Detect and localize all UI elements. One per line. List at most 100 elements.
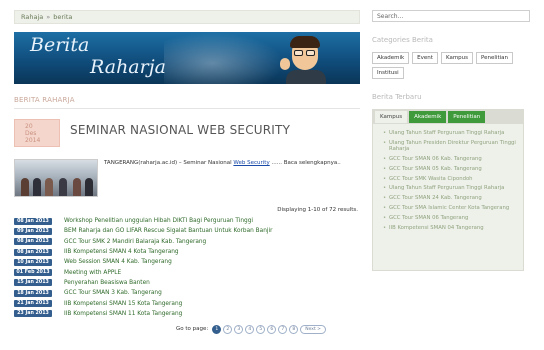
news-row: 10 Jan 2013 Web Session SMAN 4 Kab. Tange… — [14, 257, 360, 267]
search-input[interactable]: Search... — [372, 10, 530, 22]
article-date-month: Des — [25, 130, 37, 137]
categories-title: Categories Berita — [372, 36, 433, 44]
article-title[interactable]: SEMINAR NASIONAL WEB SECURITY — [70, 123, 290, 137]
breadcrumb: Rahaja » berita — [14, 10, 360, 24]
news-list: 08 Jan 2013 Workshop Penelitian unggulan … — [14, 216, 360, 319]
pagination: Go to page: 1 2 3 4 5 6 7 8 Next > — [14, 324, 360, 334]
article-thumbnail[interactable] — [14, 159, 98, 197]
tab-akademik[interactable]: Akademik — [409, 111, 447, 123]
article-date-box: 20 Des 2014 — [14, 119, 60, 147]
news-date-badge: 15 Jan 2013 — [14, 279, 52, 287]
news-row: 08 Jan 2013 IIB Kompetensi SMAN 4 Kota Ta… — [14, 247, 360, 257]
news-date-badge: 08 Jan 2013 — [14, 217, 52, 225]
category-button-akademik[interactable]: Akademik — [372, 52, 410, 64]
news-row: 23 Jan 2013 IIB Kompetensi SMAN 11 Kota T… — [14, 309, 360, 319]
news-row: 01 Feb 2013 Meeting with APPLE — [14, 267, 360, 277]
latest-news-title: Ulang Tahun Presiden Direktur Perguruan … — [389, 139, 516, 153]
latest-news-title: GCC Tour SMAN 24 Kab. Tangerang — [389, 195, 482, 202]
page-button-3[interactable]: 3 — [234, 324, 244, 334]
latest-news-title: Berita Terbaru — [372, 93, 422, 101]
news-date-badge: 01 Feb 2013 — [14, 269, 52, 277]
featured-article: 20 Des 2014 SEMINAR NASIONAL WEB SECURIT… — [14, 119, 360, 147]
latest-news-item[interactable]: • GCC Tour SMAN 05 Kab. Tangerang — [383, 166, 519, 173]
latest-news-title: GCC Tour SMAN 06 Kab. Tangerang — [389, 156, 482, 163]
latest-news-item[interactable]: • Ulang Tahun Presiden Direktur Perguruan… — [383, 140, 519, 153]
news-title-link[interactable]: IIB Kompetensi SMAN 15 Kota Tangerang — [64, 301, 182, 307]
news-title-link[interactable]: GCC Tour SMK 2 Mandiri Balaraja Kab. Tan… — [64, 239, 206, 245]
latest-news-title: GCC Tour SMK Wasita Cipondoh — [389, 175, 473, 182]
banner-title-line2: Raharja — [90, 56, 166, 78]
article-excerpt: TANGERANG(raharja.ac.id) – Seminar Nasio… — [14, 159, 360, 197]
results-count: Displaying 1-10 of 72 results. — [277, 207, 358, 213]
news-title-link[interactable]: Workshop Penelitian unggulan Hibah DIKTI… — [64, 218, 253, 224]
latest-news-item[interactable]: • GCC Tour SMAN 06 Kab. Tangerang — [383, 156, 519, 163]
section-title: BERITA RAHARJA — [14, 96, 75, 104]
latest-news-item[interactable]: • GCC Tour SMK Wasita Cipondoh — [383, 176, 519, 183]
article-date-day: 20 — [25, 123, 33, 130]
latest-news-title: GCC Tour SMAN 06 Tangerang — [389, 214, 469, 221]
news-title-link[interactable]: IIB Kompetensi SMAN 4 Kota Tangerang — [64, 249, 179, 255]
latest-news-item[interactable]: • GCC Tour SMAN 06 Tangerang — [383, 215, 519, 222]
news-row: 09 Jan 2013 BEM Raharja dan GO LIFAR Resc… — [14, 226, 360, 236]
banner-image: Berita Raharja — [14, 32, 360, 84]
page-button-2[interactable]: 2 — [223, 324, 233, 334]
news-date-badge: 09 Jan 2013 — [14, 227, 52, 235]
page-button-7[interactable]: 7 — [278, 324, 288, 334]
latest-news-title: IIB Kompetensi SMAN 04 Tangerang — [389, 224, 484, 231]
mascot-illustration — [280, 36, 330, 84]
article-date-year: 2014 — [25, 137, 41, 144]
latest-news-title: Ulang Tahun Staff Perguruan Tinggi Rahar… — [389, 130, 505, 136]
banner-glow — [164, 32, 284, 84]
latest-news-item[interactable]: • IIB Kompetensi SMAN 04 Tangerang — [383, 225, 519, 232]
category-button-event[interactable]: Event — [412, 52, 438, 64]
article-excerpt-text: TANGERANG(raharja.ac.id) – Seminar Nasio… — [104, 159, 354, 197]
page-button-4[interactable]: 4 — [245, 324, 255, 334]
news-row: 21 Jan 2013 IIB Kompetensi SMAN 15 Kota T… — [14, 298, 360, 308]
latest-news-item[interactable]: • GCC Tour SMA Islamic Center Kota Tanger… — [383, 205, 519, 212]
latest-news-tabs: Kampus Akademik Penelitian — [372, 109, 524, 123]
news-title-link[interactable]: IIB Kompetensi SMAN 11 Kota Tangerang — [64, 311, 182, 317]
category-button-kampus[interactable]: Kampus — [440, 52, 474, 64]
news-row: 08 Jan 2013 Workshop Penelitian unggulan … — [14, 216, 360, 226]
latest-news-panel: • Ulang Tahun Staff Perguruan Tinggi Raha… — [372, 123, 524, 271]
latest-news-item[interactable]: • GCC Tour SMAN 24 Kab. Tangerang — [383, 195, 519, 202]
news-row: 08 Jan 2013 GCC Tour SMK 2 Mandiri Balara… — [14, 237, 360, 247]
tab-penelitian[interactable]: Penelitian — [448, 111, 486, 123]
category-list: Akademik Event Kampus Penelitian Institusi — [372, 52, 522, 79]
pager-label: Go to page: — [176, 326, 209, 333]
read-more-link[interactable]: ...... Baca selengkapnya.. — [270, 160, 340, 166]
latest-news-title: GCC Tour SMA Islamic Center Kota Tangera… — [389, 205, 510, 212]
news-date-badge: 23 Jan 2013 — [14, 310, 52, 318]
news-date-badge: 10 Jan 2013 — [14, 258, 52, 266]
breadcrumb-current: berita — [53, 13, 73, 21]
page-button-5[interactable]: 5 — [256, 324, 266, 334]
news-title-link[interactable]: Meeting with APPLE — [64, 270, 121, 276]
section-divider — [14, 108, 360, 109]
page-button-6[interactable]: 6 — [267, 324, 277, 334]
latest-news-title: GCC Tour SMAN 05 Kab. Tangerang — [389, 165, 482, 172]
excerpt-link[interactable]: Web Security — [233, 160, 269, 166]
tab-kampus[interactable]: Kampus — [375, 111, 408, 123]
news-title-link[interactable]: Penyerahan Beasiswa Banten — [64, 280, 150, 286]
breadcrumb-home-link[interactable]: Rahaja — [21, 13, 43, 21]
latest-news-title: Ulang Tahun Staff Perguruan Tinggi Rahar… — [389, 185, 505, 192]
page-button-1[interactable]: 1 — [212, 324, 222, 334]
news-title-link[interactable]: BEM Raharja dan GO LIFAR Rescue Sigalat … — [64, 228, 272, 234]
news-date-badge: 08 Jan 2013 — [14, 238, 52, 246]
news-date-badge: 08 Jan 2013 — [14, 248, 52, 256]
next-page-button[interactable]: Next > — [300, 324, 326, 334]
news-row: 18 Jan 2013 GCC Tour SMAN 3 Kab. Tangeran… — [14, 288, 360, 298]
breadcrumb-separator: » — [46, 13, 51, 21]
category-button-penelitian[interactable]: Penelitian — [476, 52, 514, 64]
latest-news-item[interactable]: • Ulang Tahun Staff Perguruan Tinggi Raha… — [383, 185, 519, 192]
news-title-link[interactable]: GCC Tour SMAN 3 Kab. Tangerang — [64, 290, 162, 296]
news-row: 15 Jan 2013 Penyerahan Beasiswa Banten — [14, 278, 360, 288]
banner-title-line1: Berita — [30, 34, 90, 56]
sidebar: Search... Categories Berita Akademik Even… — [372, 10, 530, 350]
news-date-badge: 18 Jan 2013 — [14, 289, 52, 297]
latest-news-item[interactable]: • Ulang Tahun Staff Perguruan Tinggi Raha… — [383, 130, 519, 137]
page-button-8[interactable]: 8 — [289, 324, 299, 334]
news-date-badge: 21 Jan 2013 — [14, 300, 52, 308]
category-button-institusi[interactable]: Institusi — [372, 67, 404, 79]
news-title-link[interactable]: Web Session SMAN 4 Kab. Tangerang — [64, 259, 172, 265]
